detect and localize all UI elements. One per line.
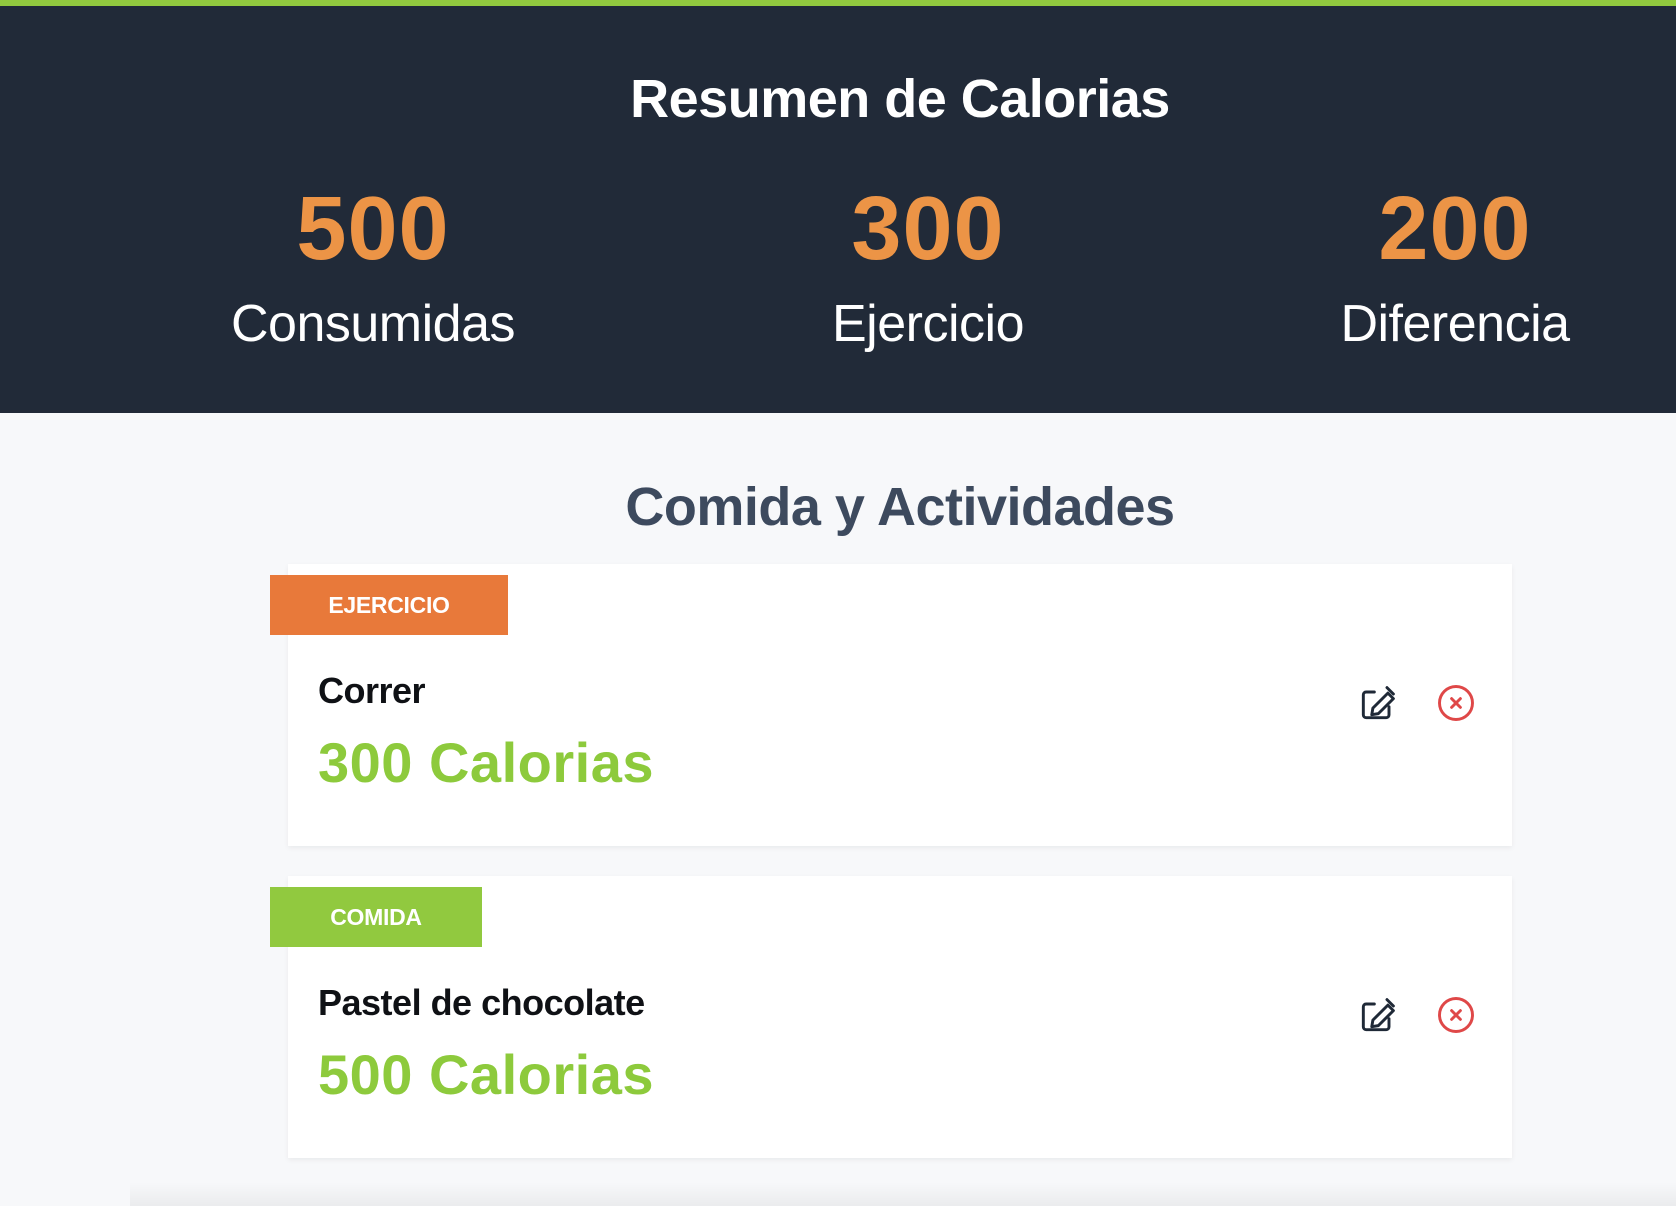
delete-button[interactable] <box>1433 992 1479 1038</box>
stat-consumed: 500 Consumidas <box>163 184 583 350</box>
stat-consumed-label: Consumidas <box>230 295 516 353</box>
activity-card: COMIDA Pastel de chocolate 500 Calorias <box>270 876 1512 1158</box>
edit-button[interactable] <box>1355 680 1401 726</box>
x-circle-icon <box>1438 685 1474 721</box>
activity-calories: 500 Calorias <box>318 1043 654 1106</box>
activities-title: Comida y Actividades <box>625 477 1175 537</box>
pencil-square-icon <box>1361 998 1395 1032</box>
edit-button[interactable] <box>1355 992 1401 1038</box>
calorie-summary: Resumen de Calorias 500 Consumidas 300 E… <box>0 6 1676 413</box>
stat-difference-label: Diferencia <box>1340 295 1570 353</box>
stat-exercise: 300 Ejercicio <box>718 184 1138 350</box>
stat-consumed-value: 500 <box>296 179 450 279</box>
activity-name: Pastel de chocolate <box>318 982 645 1023</box>
category-badge-food: COMIDA <box>270 887 482 947</box>
stat-exercise-value: 300 <box>851 179 1005 279</box>
activity-name: Correr <box>318 670 426 711</box>
delete-button[interactable] <box>1433 680 1479 726</box>
activity-card: EJERCICIO Correr 300 Calorias <box>270 564 1512 846</box>
summary-title: Resumen de Calorias <box>630 69 1170 129</box>
activity-calories: 300 Calorias <box>318 731 654 794</box>
stat-difference: 200 Diferencia <box>1245 184 1665 350</box>
x-circle-icon <box>1438 997 1474 1033</box>
pencil-square-icon <box>1361 686 1395 720</box>
category-badge-exercise: EJERCICIO <box>270 575 508 635</box>
stat-exercise-label: Ejercicio <box>832 295 1025 353</box>
stat-difference-value: 200 <box>1378 179 1532 279</box>
bottom-shadow <box>130 1182 1676 1206</box>
